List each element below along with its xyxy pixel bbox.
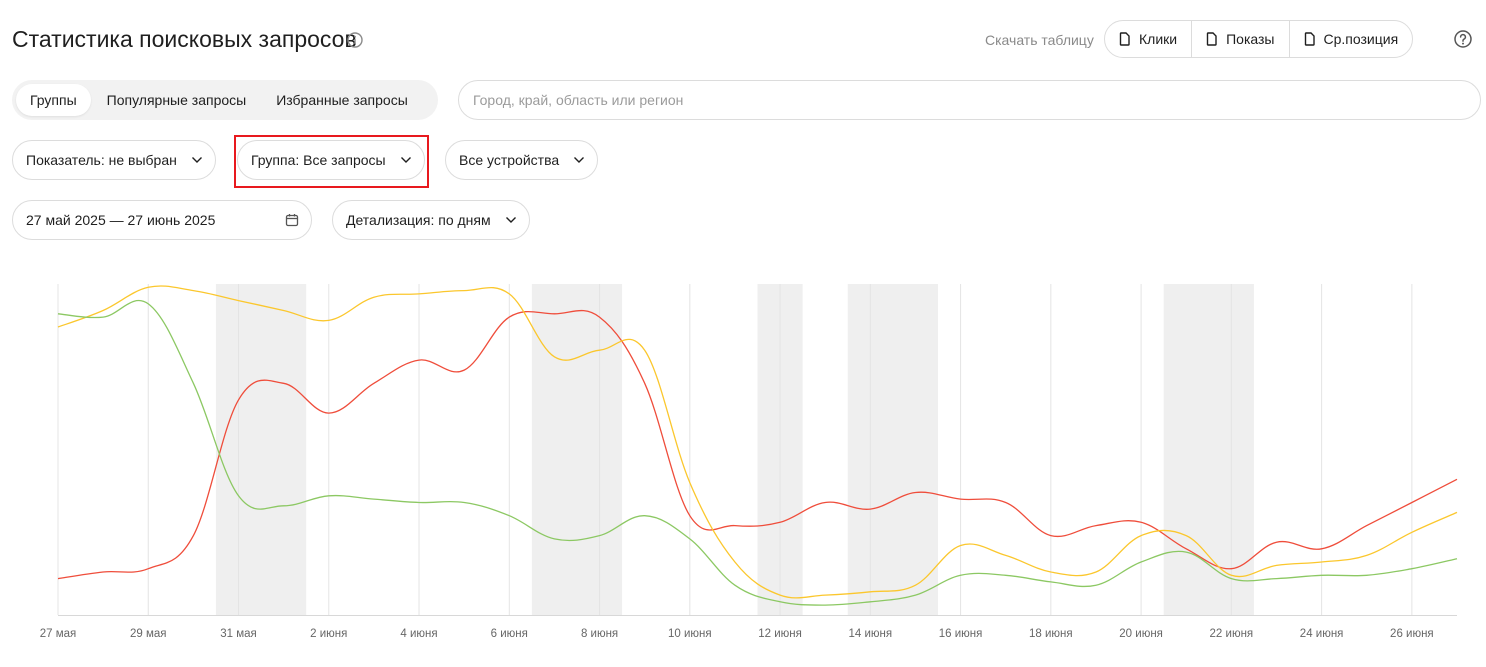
x-tick-label: 29 мая (130, 628, 167, 640)
x-tick-label: 22 июня (1210, 628, 1254, 640)
x-tick-label: 24 июня (1300, 628, 1344, 640)
x-tick-label: 6 июня (491, 628, 528, 640)
x-tick-label: 31 мая (220, 628, 257, 640)
x-tick-label: 10 июня (668, 628, 712, 640)
x-tick-label: 8 июня (581, 628, 618, 640)
x-tick-label: 20 июня (1119, 628, 1163, 640)
x-tick-label: 26 июня (1390, 628, 1434, 640)
weekend-band (531, 284, 623, 615)
x-tick-label: 4 июня (400, 628, 437, 640)
weekend-band (847, 284, 939, 615)
weekend-band (215, 284, 307, 615)
x-tick-label: 16 июня (939, 628, 983, 640)
x-tick-label: 14 июня (849, 628, 893, 640)
x-tick-label: 18 июня (1029, 628, 1073, 640)
x-tick-label: 27 мая (40, 628, 77, 640)
search-stats-chart: 27 мая 29 мая 31 мая 2 июня 4 июня 6 июня 8 ию… (40, 284, 1458, 640)
x-tick-label: 2 июня (310, 628, 347, 640)
x-tick-label: 12 июня (758, 628, 802, 640)
